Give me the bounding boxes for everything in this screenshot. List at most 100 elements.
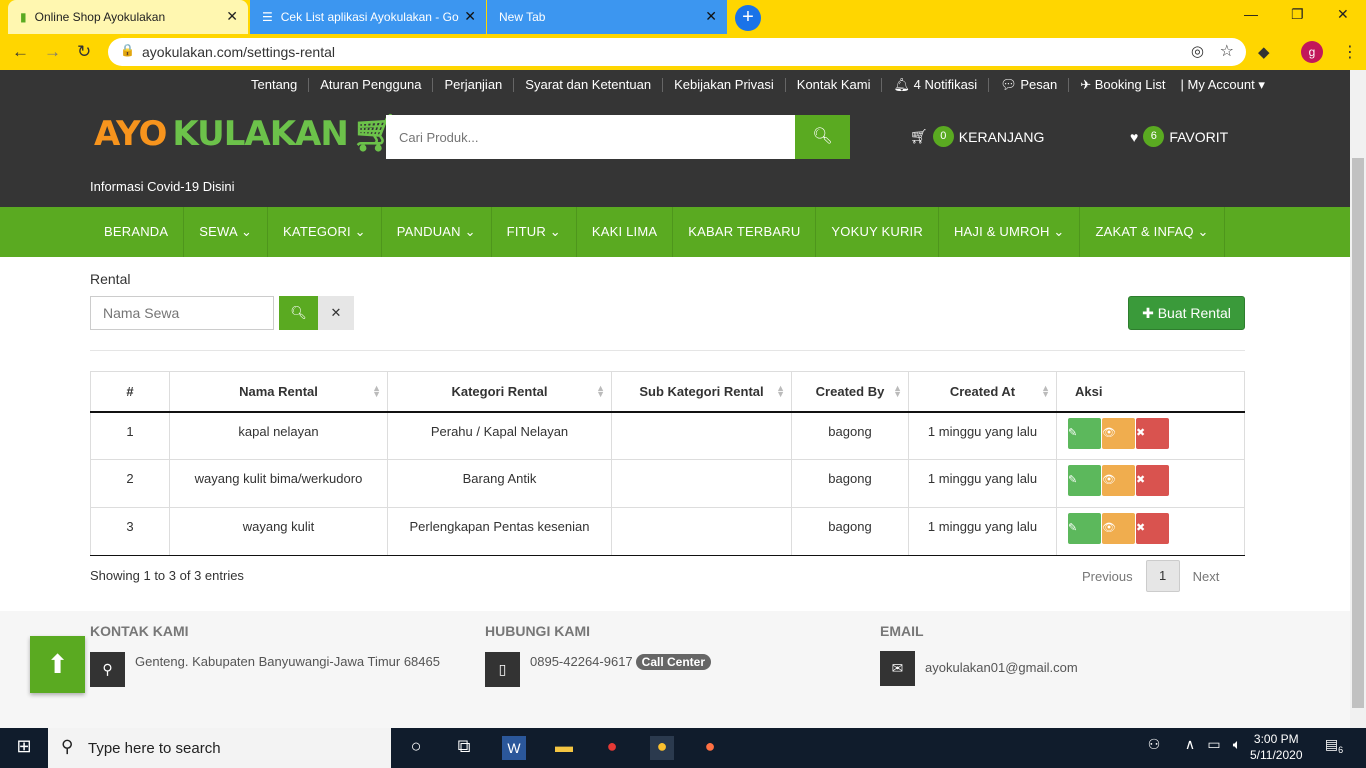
menu-haji-umroh[interactable]: HAJI & UMROH ⌄ [939, 207, 1081, 257]
profile-avatar[interactable]: g [1301, 41, 1323, 63]
extension-icon[interactable]: ◆ [1258, 43, 1270, 61]
menu-fitur[interactable]: FITUR ⌄ [492, 207, 577, 257]
volume-icon[interactable]: 🔈︎ [1225, 736, 1249, 760]
new-tab-button[interactable]: + [735, 5, 761, 31]
menu-panduan[interactable]: PANDUAN ⌄ [382, 207, 492, 257]
sort-icon: ▲ ▼ [372, 383, 381, 399]
search-icon: ⚲ [61, 737, 74, 756]
my-account-dropdown[interactable]: | My Account ▾ [1177, 78, 1276, 92]
previous-page-button[interactable]: Previous [1069, 569, 1146, 584]
link-tentang[interactable]: Tentang [240, 78, 308, 92]
link-perjanjian[interactable]: Perjanjian [432, 78, 513, 92]
word-icon[interactable]: W [502, 736, 526, 760]
menu-kabar-terbaru[interactable]: KABAR TERBARU [673, 207, 817, 257]
col-kategori[interactable]: Kategori Rental ▲ ▼ [387, 371, 612, 413]
view-button[interactable]: 👁︎ [1102, 417, 1135, 449]
restore-icon[interactable]: ❐ [1291, 6, 1304, 23]
cell-kategori: Barang Antik [387, 459, 612, 508]
link-kebijakan[interactable]: Kebijakan Privasi [662, 78, 785, 92]
favorit-link[interactable]: ♥ 6 FAVORIT [1130, 126, 1228, 147]
email-address[interactable]: ayokulakan01@gmail.com [925, 660, 1078, 675]
cell-nama: kapal nelayan [169, 411, 388, 460]
col-label: Created By [815, 383, 885, 399]
windows-start-icon[interactable]: ⊞ [12, 736, 36, 760]
file-explorer-icon[interactable]: ▬ [552, 736, 576, 760]
col-label: Nama Rental [239, 383, 318, 399]
link-notifikasi[interactable]: 🔔︎ 4 Notifikasi [881, 78, 988, 92]
reload-icon[interactable]: ↻ [77, 42, 91, 62]
buat-rental-label: Buat Rental [1157, 305, 1231, 321]
delete-button[interactable]: ✖ [1136, 465, 1169, 496]
edit-button[interactable]: ✎ [1068, 465, 1101, 496]
star-icon[interactable]: ☆ [1220, 41, 1234, 61]
search-button[interactable]: 🔍︎ [795, 115, 850, 159]
hubungi-info: 0895-42264-9617 Call Center [530, 654, 712, 670]
col-label: Sub Kategori Rental [639, 383, 764, 399]
pagination: Previous 1 Next [1069, 560, 1232, 592]
menu-sewa[interactable]: SEWA ⌄ [184, 207, 269, 257]
site-logo[interactable]: AYO KULAKAN 🛒︎ [94, 112, 398, 154]
col-created-by[interactable]: Created By ▲ ▼ [791, 371, 909, 413]
location-icon[interactable]: ◎ [1191, 42, 1204, 60]
url-input[interactable]: 🔒 ayokulakan.com/settings-rental ◎ ☆ [108, 38, 1246, 66]
back-to-top-button[interactable]: ⬆ [30, 636, 85, 693]
filter-search-button[interactable]: 🔍︎ [279, 296, 318, 330]
covid-link[interactable]: Informasi Covid-19 Disini [90, 179, 235, 194]
nama-sewa-input[interactable] [90, 296, 274, 330]
close-icon[interactable]: ✕ [705, 8, 717, 25]
tab-cek-list[interactable]: ☰ Cek List aplikasi Ayokulakan - Go ✕ [250, 0, 486, 34]
delete-button[interactable]: ✖ [1136, 417, 1169, 449]
forward-icon[interactable]: → [44, 42, 61, 62]
col-nama-rental[interactable]: Nama Rental ▲ ▼ [169, 371, 388, 413]
view-button[interactable]: 👁︎ [1102, 513, 1135, 544]
close-icon[interactable]: ✕ [226, 8, 238, 25]
link-kontak[interactable]: Kontak Kami [784, 78, 882, 92]
cart-link[interactable]: 🛒︎ 0 KERANJANG [910, 126, 1044, 147]
back-icon[interactable]: ← [12, 42, 29, 62]
firefox-icon[interactable]: ● [698, 736, 722, 760]
col-created-at[interactable]: Created At ▲ ▼ [908, 371, 1057, 413]
chrome-active-icon[interactable]: ● [650, 736, 674, 760]
cortana-icon[interactable]: ○ [404, 736, 428, 760]
link-syarat[interactable]: Syarat dan Ketentuan [513, 78, 662, 92]
page-1-button[interactable]: 1 [1145, 560, 1180, 592]
scrollbar-thumb[interactable] [1352, 158, 1364, 708]
next-page-button[interactable]: Next [1180, 569, 1233, 584]
menu-yokuy-kurir[interactable]: YOKUY KURIR [816, 207, 939, 257]
task-view-icon[interactable]: ⧉ [452, 736, 476, 760]
buat-rental-button[interactable]: ✚ Buat Rental [1128, 296, 1245, 330]
close-window-icon[interactable]: ✕ [1337, 6, 1349, 23]
phone-number[interactable]: 0895-42264-9617 [530, 654, 633, 669]
tab-online-shop[interactable]: ▮ Online Shop Ayokulakan ✕ [8, 0, 248, 34]
clock[interactable]: 3:00 PM 5/11/2020 [1250, 731, 1303, 763]
network-icon[interactable]: ▭ [1202, 736, 1226, 760]
menu-beranda[interactable]: BERANDA [89, 207, 185, 257]
cell-aksi: ✎ 👁︎ ✖ [1056, 459, 1245, 508]
col-number[interactable]: # [90, 371, 170, 413]
cell-number: 3 [90, 507, 170, 556]
minimize-icon[interactable]: — [1244, 6, 1258, 22]
menu-zakat-infaq[interactable]: ZAKAT & INFAQ ⌄ [1080, 207, 1225, 257]
people-icon[interactable]: ⚇ [1142, 736, 1166, 760]
docs-icon: ☰ [262, 10, 273, 24]
edit-button[interactable]: ✎ [1068, 513, 1101, 544]
col-sub-kategori[interactable]: Sub Kategori Rental ▲ ▼ [611, 371, 792, 413]
search-input[interactable] [386, 115, 796, 159]
menu-kategori[interactable]: KATEGORI ⌄ [268, 207, 382, 257]
cell-created-at: 1 minggu yang lalu [908, 507, 1057, 556]
delete-button[interactable]: ✖ [1136, 513, 1169, 544]
clear-filter-button[interactable]: ✕ [318, 296, 354, 330]
chrome-icon[interactable]: ● [600, 736, 624, 760]
link-aturan[interactable]: Aturan Pengguna [308, 78, 432, 92]
tray-chevron-icon[interactable]: ∧ [1178, 736, 1202, 760]
taskbar-search[interactable]: ⚲ Type here to search [48, 728, 391, 768]
close-icon[interactable]: ✕ [464, 8, 476, 25]
link-booking[interactable]: ✈ Booking List [1068, 78, 1176, 92]
link-pesan[interactable]: 💬︎ Pesan [988, 78, 1068, 92]
edit-button[interactable]: ✎ [1068, 417, 1101, 449]
notification-center-icon[interactable]: ▤6 [1322, 736, 1346, 760]
menu-kaki-lima[interactable]: KAKI LIMA [577, 207, 674, 257]
tab-new[interactable]: New Tab ✕ [487, 0, 727, 34]
chrome-menu-icon[interactable]: ⋮ [1342, 42, 1358, 62]
view-button[interactable]: 👁︎ [1102, 465, 1135, 496]
